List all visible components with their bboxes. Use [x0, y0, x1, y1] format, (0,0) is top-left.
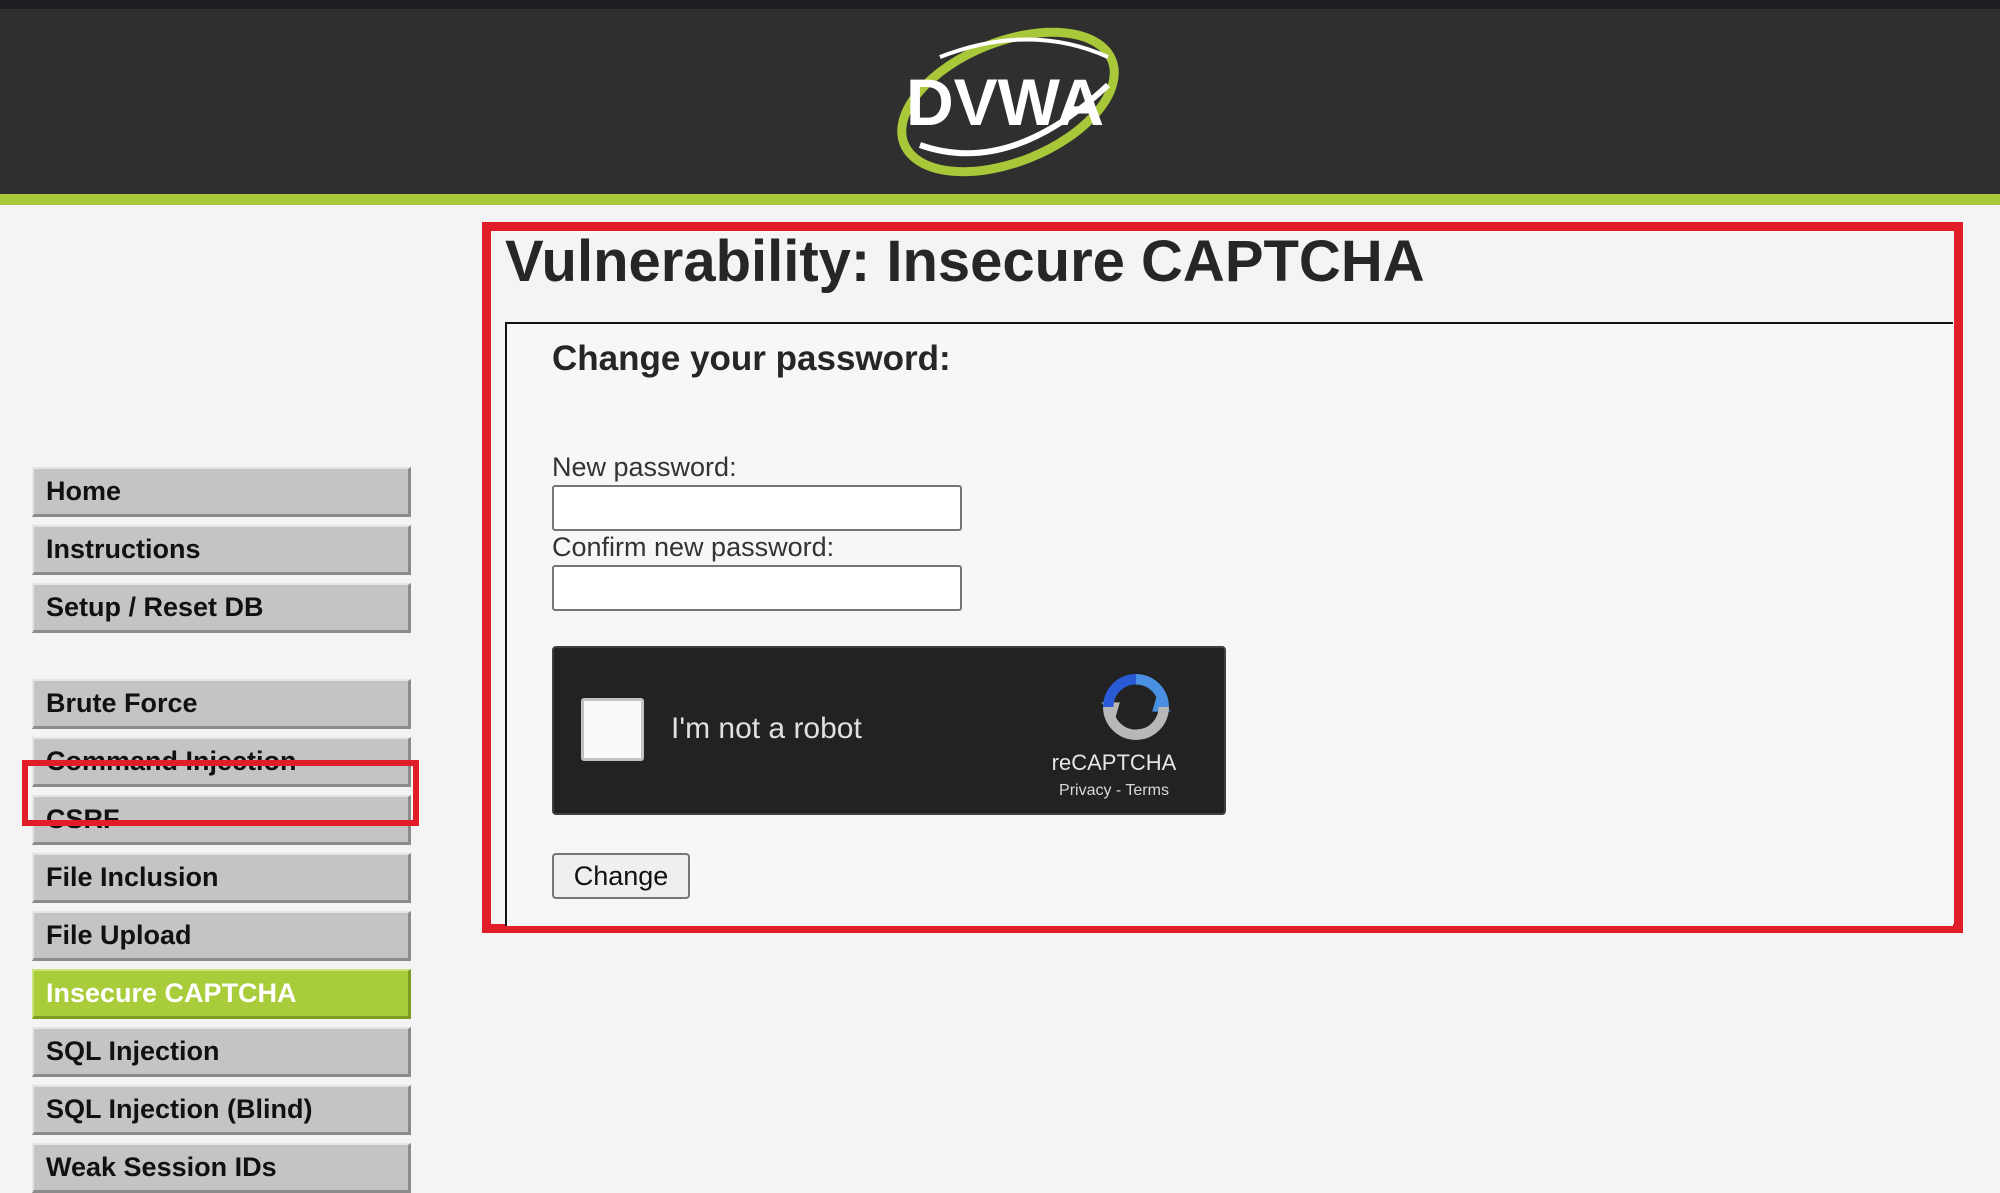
- recaptcha-link-separator: -: [1111, 782, 1126, 799]
- recaptcha-label: I'm not a robot: [671, 712, 862, 745]
- site-header: DVWA: [0, 9, 2000, 194]
- confirm-password-input[interactable]: [552, 565, 962, 611]
- recaptcha-logo-icon: [1101, 674, 1171, 740]
- sidebar-item-command-injection[interactable]: Command Injection: [32, 737, 411, 787]
- form-heading: Change your password:: [552, 339, 951, 378]
- recaptcha-brand: reCAPTCHA: [1051, 750, 1177, 775]
- sidebar-item-home[interactable]: Home: [32, 467, 411, 517]
- recaptcha-privacy-link[interactable]: Privacy: [1059, 782, 1111, 799]
- sidebar-menu: Home Instructions Setup / Reset DB Brute…: [0, 205, 460, 1193]
- new-password-label: New password:: [552, 452, 737, 482]
- dvwa-logo: DVWA: [897, 27, 1119, 177]
- recaptcha-checkbox[interactable]: [581, 698, 644, 761]
- recaptcha-terms-link[interactable]: Terms: [1125, 782, 1169, 799]
- page-title: Vulnerability: Insecure CAPTCHA: [505, 229, 1425, 294]
- sidebar-item-sql-injection[interactable]: SQL Injection: [32, 1027, 411, 1077]
- vulnerable-code-area: [505, 322, 1953, 926]
- sidebar-item-instructions[interactable]: Instructions: [32, 525, 411, 575]
- sidebar-item-sql-injection-blind[interactable]: SQL Injection (Blind): [32, 1085, 411, 1135]
- svg-text:DVWA: DVWA: [906, 65, 1104, 139]
- sidebar-item-insecure-captcha[interactable]: Insecure CAPTCHA: [32, 969, 411, 1019]
- header-accent-bar: [0, 194, 2000, 205]
- top-strip: [0, 0, 2000, 9]
- sidebar-item-setup-reset-db[interactable]: Setup / Reset DB: [32, 583, 411, 633]
- recaptcha-links: Privacy - Terms: [1004, 782, 1224, 800]
- sidebar-item-csrf[interactable]: CSRF: [32, 795, 411, 845]
- recaptcha-widget: I'm not a robot reCAPTCHA Privacy - Term…: [552, 646, 1226, 815]
- new-password-input[interactable]: [552, 485, 962, 531]
- sidebar-item-brute-force[interactable]: Brute Force: [32, 679, 411, 729]
- sidebar-item-weak-session-ids[interactable]: Weak Session IDs: [32, 1143, 411, 1193]
- sidebar-item-file-upload[interactable]: File Upload: [32, 911, 411, 961]
- sidebar-item-file-inclusion[interactable]: File Inclusion: [32, 853, 411, 903]
- confirm-password-label: Confirm new password:: [552, 532, 835, 562]
- change-button[interactable]: Change: [552, 853, 690, 899]
